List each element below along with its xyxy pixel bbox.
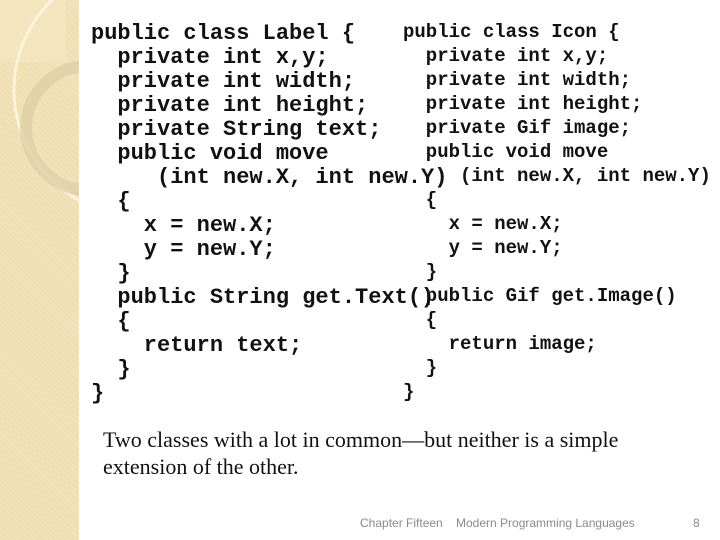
page-number: 8 xyxy=(693,516,700,530)
slide-caption: Two classes with a lot in common—but nei… xyxy=(103,427,619,479)
code-line: public String get.Text() xyxy=(91,285,435,310)
code-line: (int new.X, int new.Y) xyxy=(403,165,711,187)
code-line: private int width; xyxy=(403,69,632,91)
code-line: public void move xyxy=(91,141,329,166)
code-line: public class Icon { xyxy=(403,21,620,43)
code-line: public class Label { xyxy=(91,21,356,46)
code-line: } xyxy=(91,381,105,406)
code-line: x = new.X; xyxy=(403,213,563,235)
code-line: private int height; xyxy=(403,93,643,115)
code-line: return text; xyxy=(91,333,303,358)
code-line: { xyxy=(403,309,438,331)
code-line: private int x,y; xyxy=(91,45,329,70)
footer-title: Modern Programming Languages xyxy=(456,516,635,530)
decorative-sidebar xyxy=(0,0,79,540)
code-line: y = new.Y; xyxy=(403,237,563,259)
code-line: { xyxy=(403,189,438,211)
code-line: { xyxy=(91,309,131,334)
code-line: (int new.X, int new.Y) xyxy=(91,165,448,190)
code-line: } xyxy=(403,381,415,403)
icon-class-code: public class Icon { private int x,y; pri… xyxy=(403,20,711,404)
code-line: public void move xyxy=(403,141,609,163)
code-line: return image; xyxy=(403,333,597,355)
code-line: private Gif image; xyxy=(403,117,632,139)
code-line: x = new.X; xyxy=(91,213,276,238)
footer-chapter: Chapter Fifteen xyxy=(360,516,443,530)
code-line: y = new.Y; xyxy=(91,237,276,262)
code-line: } xyxy=(403,261,438,283)
code-line: private int x,y; xyxy=(403,45,609,67)
code-line: } xyxy=(91,357,131,382)
code-line: } xyxy=(91,261,131,286)
code-line: private int width; xyxy=(91,69,356,94)
circles-decoration-icon xyxy=(0,0,79,202)
code-line: { xyxy=(91,189,131,214)
code-line: private int height; xyxy=(91,93,369,118)
label-class-code: public class Label { private int x,y; pr… xyxy=(91,22,447,406)
code-line: private String text; xyxy=(91,117,382,142)
code-line: } xyxy=(403,357,438,379)
code-line: public Gif get.Image() xyxy=(403,285,677,307)
